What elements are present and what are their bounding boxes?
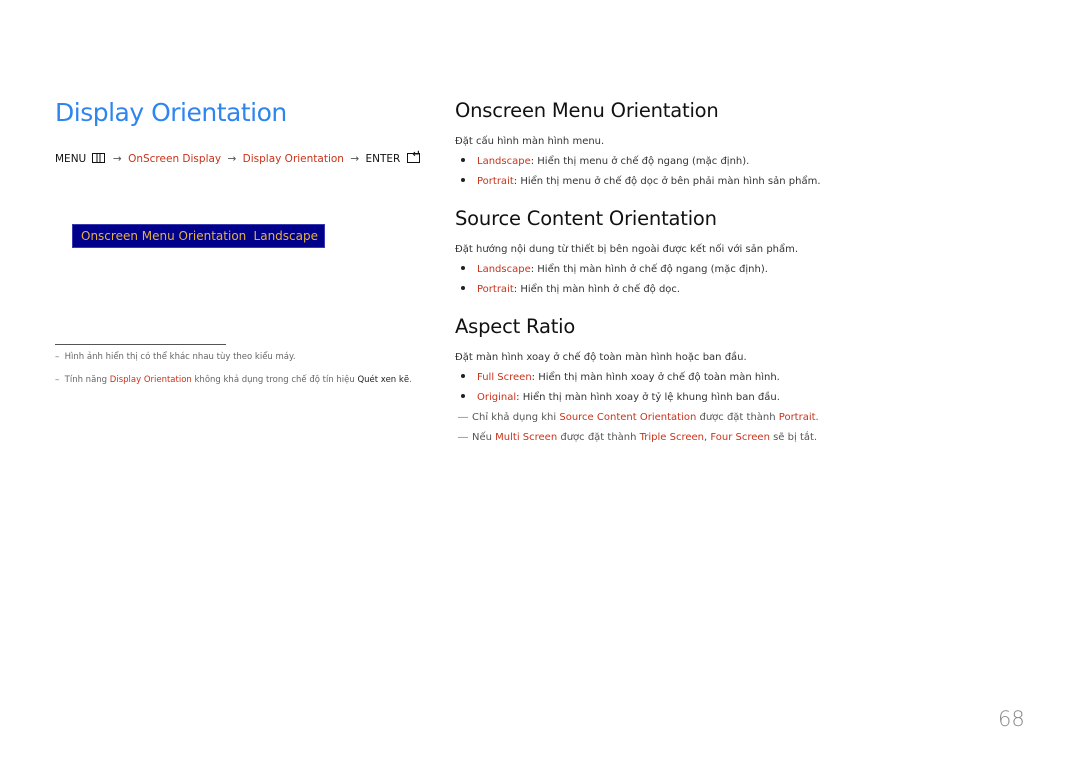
enter-icon xyxy=(406,149,421,163)
menu-path: MENU → OnScreen Display → Display Orient… xyxy=(55,149,421,165)
highlight-term: Display Orientation xyxy=(109,375,192,385)
bullet-icon xyxy=(461,158,465,162)
osd-label: Onscreen Menu Orientation xyxy=(81,229,247,243)
list-item: Landscape: Hiển thị màn hình ở chế độ ng… xyxy=(461,264,768,275)
section-description: Đặt cấu hình màn hình menu. xyxy=(455,136,605,147)
arrow-icon: → xyxy=(350,153,360,165)
bullet-icon xyxy=(461,374,465,378)
highlight-term: Quét xen kẽ xyxy=(357,375,410,385)
list-item: Portrait: Hiển thị màn hình ở chế độ dọc… xyxy=(461,284,680,295)
list-item: Portrait: Hiển thị menu ở chế độ dọc ở b… xyxy=(461,176,821,187)
footnote: – Hình ảnh hiển thị có thể khác nhau tùy… xyxy=(55,352,296,362)
section-heading-onscreen-menu-orientation: Onscreen Menu Orientation xyxy=(455,99,719,122)
list-item: Full Screen: Hiển thị màn hình xoay ở ch… xyxy=(461,372,780,383)
list-item: Original: Hiển thị màn hình xoay ở tỷ lệ… xyxy=(461,392,780,403)
bullet-icon xyxy=(461,286,465,290)
footnote: – Tính năng Display Orientation không kh… xyxy=(55,375,412,385)
path-step-display-orientation: Display Orientation xyxy=(242,153,344,165)
menu-label: MENU xyxy=(55,153,87,165)
osd-menu-preview: Onscreen Menu Orientation Landscape xyxy=(72,224,325,248)
list-item: Landscape: Hiển thị menu ở chế độ ngang … xyxy=(461,156,749,167)
sub-note: ― Nếu Multi Screen được đặt thành Triple … xyxy=(458,432,818,443)
sub-note: ― Chỉ khả dụng khi Source Content Orienta… xyxy=(458,412,819,423)
section-heading-aspect-ratio: Aspect Ratio xyxy=(455,315,576,338)
enter-label: ENTER xyxy=(365,153,401,165)
page-number: 68 xyxy=(998,707,1025,731)
footnote-divider xyxy=(55,344,226,345)
section-description: Đặt màn hình xoay ở chế độ toàn màn hình… xyxy=(455,352,747,363)
arrow-icon: → xyxy=(227,153,237,165)
path-step-onscreen-display: OnScreen Display xyxy=(128,153,222,165)
bullet-icon xyxy=(461,178,465,182)
section-description: Đặt hướng nội dung từ thiết bị bên ngoài… xyxy=(455,244,799,255)
menu-grid-icon xyxy=(91,153,105,163)
bullet-icon xyxy=(461,394,465,398)
page-title: Display Orientation xyxy=(55,98,287,127)
osd-value: Landscape xyxy=(253,229,318,243)
arrow-icon: → xyxy=(112,153,122,165)
section-heading-source-content-orientation: Source Content Orientation xyxy=(455,207,717,230)
bullet-icon xyxy=(461,266,465,270)
